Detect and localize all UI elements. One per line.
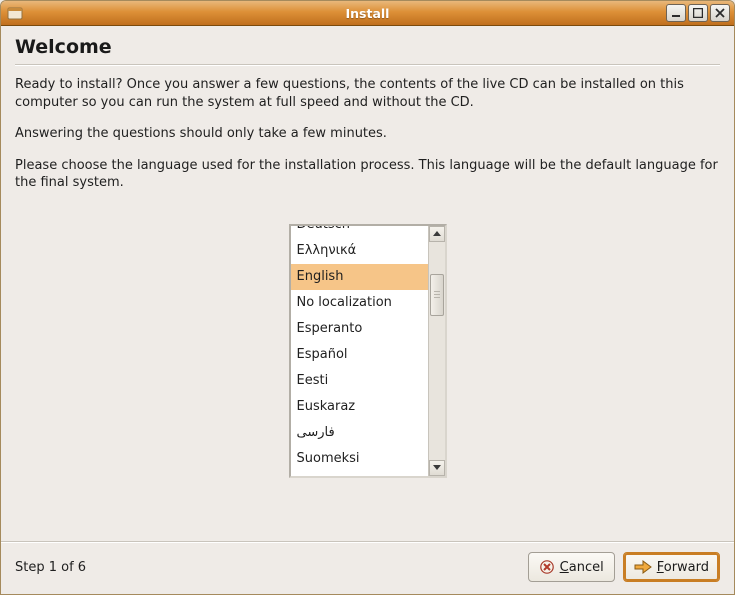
- language-option[interactable]: Suomeksi: [291, 446, 428, 472]
- titlebar: Install: [1, 1, 734, 26]
- language-paragraph: Please choose the language used for the …: [15, 157, 720, 192]
- intro-paragraph: Ready to install? Once you answer a few …: [15, 76, 720, 111]
- separator: [15, 64, 720, 66]
- window-title: Install: [1, 6, 734, 21]
- step-indicator: Step 1 of 6: [15, 560, 86, 575]
- scrollbar[interactable]: [428, 226, 445, 476]
- language-option[interactable]: No localization: [291, 290, 428, 316]
- scroll-up-button[interactable]: [429, 226, 445, 242]
- language-option[interactable]: Español: [291, 342, 428, 368]
- language-option[interactable]: Deutsch: [291, 226, 428, 238]
- language-option[interactable]: Euskaraz: [291, 394, 428, 420]
- window-controls: [666, 4, 734, 22]
- language-listbox[interactable]: DeutschΕλληνικάEnglishNo localizationEsp…: [289, 224, 447, 478]
- minimize-button[interactable]: [666, 4, 686, 22]
- scroll-thumb[interactable]: [430, 274, 444, 316]
- maximize-button[interactable]: [688, 4, 708, 22]
- body-text: Ready to install? Once you answer a few …: [15, 76, 720, 206]
- time-paragraph: Answering the questions should only take…: [15, 125, 720, 143]
- forward-label: Forward: [657, 560, 709, 575]
- forward-icon: [634, 560, 652, 574]
- content-area: Welcome Ready to install? Once you answe…: [1, 26, 734, 541]
- page-title: Welcome: [15, 36, 720, 58]
- forward-button[interactable]: Forward: [623, 552, 720, 582]
- cancel-icon: [539, 559, 555, 575]
- language-list-container: DeutschΕλληνικάEnglishNo localizationEsp…: [15, 224, 720, 478]
- language-option[interactable]: Français: [291, 472, 428, 476]
- language-option[interactable]: English: [291, 264, 428, 290]
- app-icon: [7, 5, 23, 21]
- cancel-label: Cancel: [560, 560, 604, 575]
- language-option[interactable]: فارسی: [291, 420, 428, 446]
- language-list-viewport: DeutschΕλληνικάEnglishNo localizationEsp…: [291, 226, 428, 476]
- footer: Step 1 of 6 Cancel Forward: [1, 541, 734, 594]
- install-window: Install Welcome Ready to install? Once y…: [0, 0, 735, 595]
- close-button[interactable]: [710, 4, 730, 22]
- cancel-button[interactable]: Cancel: [528, 552, 615, 582]
- language-option[interactable]: Ελληνικά: [291, 238, 428, 264]
- language-option[interactable]: Esperanto: [291, 316, 428, 342]
- language-option[interactable]: Eesti: [291, 368, 428, 394]
- scroll-down-button[interactable]: [429, 460, 445, 476]
